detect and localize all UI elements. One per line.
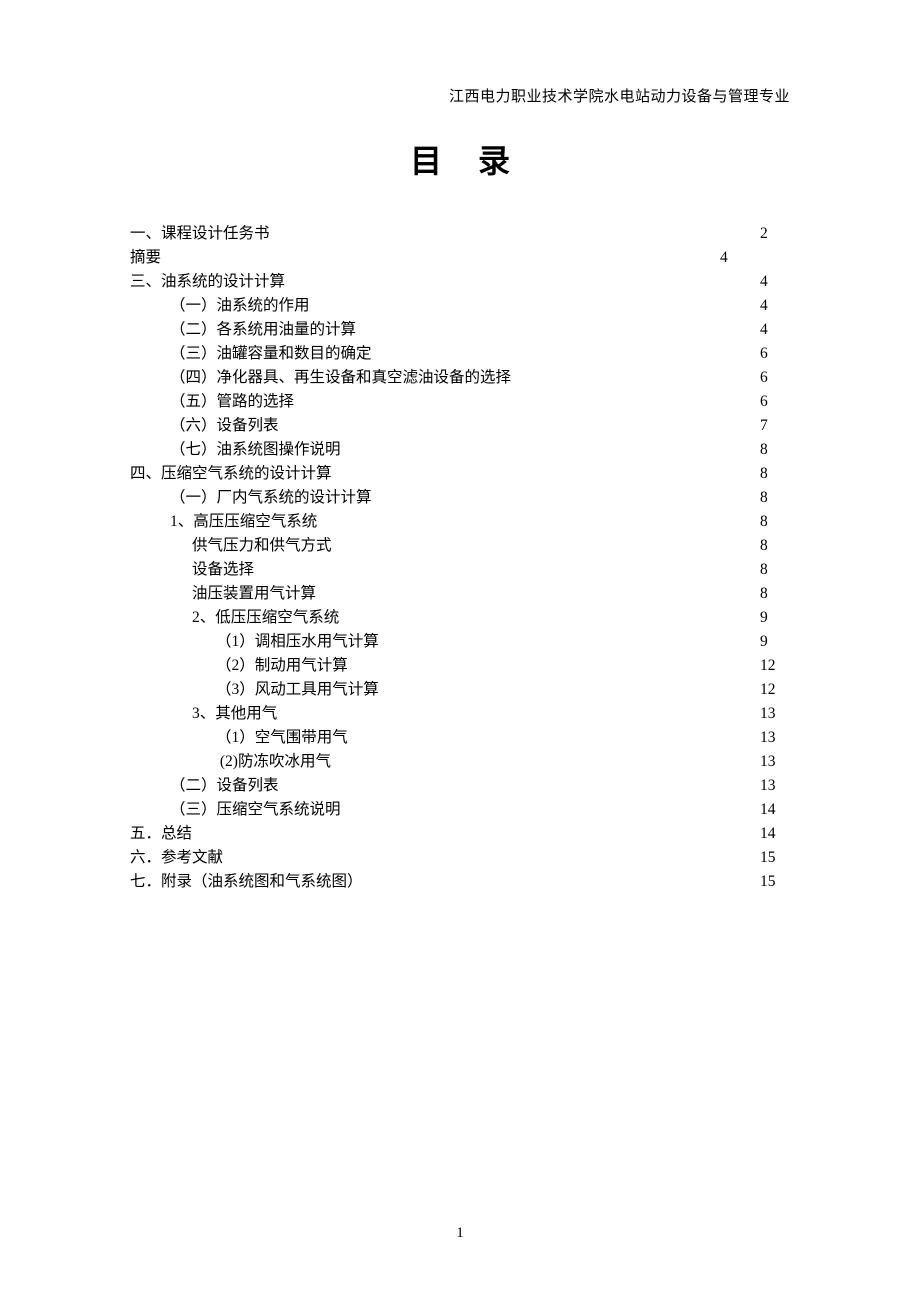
toc-entry: （3）风动工具用气计算 12	[130, 678, 790, 702]
table-of-contents: 一、课程设计任务书2摘要4三、油系统的设计计算4（一）油系统的作用4（二）各系统…	[130, 222, 790, 894]
toc-entry: （1）调相压水用气计算 9	[130, 630, 790, 654]
toc-entry-page: 8	[760, 558, 790, 582]
toc-entry-label: 2、低压压缩空气系统	[130, 606, 339, 630]
toc-entry-page: 12	[760, 654, 790, 678]
toc-entry-label: （三）压缩空气系统说明	[130, 798, 341, 822]
toc-entry-label: （七）油系统图操作说明	[130, 438, 341, 462]
toc-entry-page: 8	[760, 582, 790, 606]
toc-entry-label: 七．附录（油系统图和气系统图）	[130, 870, 363, 894]
toc-entry-label: （一）厂内气系统的设计计算	[130, 486, 372, 510]
toc-entry: 2、低压压缩空气系统 9	[130, 606, 790, 630]
toc-entry-page: 8	[760, 486, 790, 510]
toc-entry-page: 13	[760, 750, 790, 774]
toc-entry-label: （1）空气围带用气	[130, 726, 348, 750]
toc-entry: 三、油系统的设计计算 4	[130, 270, 790, 294]
toc-entry-label: 三、油系统的设计计算	[130, 270, 285, 294]
toc-entry: 四、压缩空气系统的设计计算 8	[130, 462, 790, 486]
toc-entry-label: 设备选择	[130, 558, 254, 582]
toc-entry: （一）油系统的作用 4	[130, 294, 790, 318]
toc-entry-page: 7	[760, 414, 790, 438]
toc-entry-label: （五）管路的选择	[130, 390, 294, 414]
toc-entry-page: 4	[760, 318, 790, 342]
toc-entry-label: （2）制动用气计算	[130, 654, 348, 678]
toc-entry: (2)防冻吹冰用气 13	[130, 750, 790, 774]
toc-entry-label: 3、其他用气	[130, 702, 277, 726]
toc-title: 目 录	[130, 136, 790, 182]
toc-entry-page: 8	[760, 510, 790, 534]
toc-entry-label: 五．总结	[130, 822, 192, 846]
toc-entry-page: 4	[760, 270, 790, 294]
toc-entry-page: 6	[760, 342, 790, 366]
page-number: 1	[0, 1225, 920, 1242]
toc-entry-page: 12	[760, 678, 790, 702]
toc-entry-label: 摘要	[130, 246, 161, 270]
toc-entry: （二）各系统用油量的计算 4	[130, 318, 790, 342]
toc-entry-page: 6	[760, 366, 790, 390]
toc-entry-page: 8	[760, 462, 790, 486]
toc-entry-page: 15	[760, 870, 790, 894]
toc-entry-page: 9	[760, 606, 790, 630]
toc-entry-page: 2	[760, 222, 790, 246]
toc-entry: 油压装置用气计算 8	[130, 582, 790, 606]
institution-header: 江西电力职业技术学院水电站动力设备与管理专业	[130, 85, 790, 106]
toc-entry-label: 四、压缩空气系统的设计计算	[130, 462, 332, 486]
toc-entry-page: 4	[720, 246, 750, 270]
toc-entry: （四）净化器具、再生设备和真空滤油设备的选择 6	[130, 366, 790, 390]
toc-entry-label: 供气压力和供气方式	[130, 534, 332, 558]
toc-entry-page: 13	[760, 702, 790, 726]
toc-entry: 3、其他用气 13	[130, 702, 790, 726]
toc-entry: 六．参考文献 15	[130, 846, 790, 870]
toc-entry-page: 6	[760, 390, 790, 414]
toc-entry: （2）制动用气计算 12	[130, 654, 790, 678]
toc-entry-page: 14	[760, 798, 790, 822]
toc-entry-page: 13	[760, 726, 790, 750]
toc-entry: 供气压力和供气方式 8	[130, 534, 790, 558]
toc-entry-label: 油压装置用气计算	[130, 582, 316, 606]
toc-entry-label: （二）设备列表	[130, 774, 279, 798]
toc-entry-label: （二）各系统用油量的计算	[130, 318, 356, 342]
toc-entry: 摘要 4	[130, 246, 790, 270]
toc-entry: （二）设备列表 13	[130, 774, 790, 798]
toc-entry: 七．附录（油系统图和气系统图） 15	[130, 870, 790, 894]
toc-entry-label: 1、高压压缩空气系统	[130, 510, 317, 534]
title-char: 目	[410, 136, 442, 182]
toc-entry: 设备选择 8	[130, 558, 790, 582]
toc-entry: 一、课程设计任务书 2	[130, 222, 790, 246]
toc-entry-label: 一、课程设计任务书	[130, 222, 270, 246]
toc-entry-label: （3）风动工具用气计算	[130, 678, 379, 702]
toc-entry-label: (2)防冻吹冰用气	[130, 750, 331, 774]
toc-entry-page: 9	[760, 630, 790, 654]
toc-entry: （五）管路的选择 6	[130, 390, 790, 414]
toc-entry: （一）厂内气系统的设计计算 8	[130, 486, 790, 510]
toc-entry-page: 4	[760, 294, 790, 318]
toc-entry: 五．总结 14	[130, 822, 790, 846]
toc-entry-page: 14	[760, 822, 790, 846]
toc-entry: （1）空气围带用气 13	[130, 726, 790, 750]
toc-entry-label: （六）设备列表	[130, 414, 279, 438]
toc-entry: （三）压缩空气系统说明 14	[130, 798, 790, 822]
toc-entry-label: 六．参考文献	[130, 846, 223, 870]
toc-entry-page: 13	[760, 774, 790, 798]
toc-entry: 1、高压压缩空气系统 8	[130, 510, 790, 534]
toc-entry-page: 8	[760, 534, 790, 558]
title-char: 录	[478, 136, 510, 182]
toc-entry-page: 15	[760, 846, 790, 870]
toc-entry-label: （三）油罐容量和数目的确定	[130, 342, 372, 366]
toc-entry: （七）油系统图操作说明 8	[130, 438, 790, 462]
toc-entry: （三）油罐容量和数目的确定 6	[130, 342, 790, 366]
toc-entry-label: （一）油系统的作用	[130, 294, 310, 318]
toc-entry: （六）设备列表 7	[130, 414, 790, 438]
toc-entry-label: （四）净化器具、再生设备和真空滤油设备的选择	[130, 366, 511, 390]
document-page: 江西电力职业技术学院水电站动力设备与管理专业 目 录 一、课程设计任务书 2 摘要 4…	[0, 0, 920, 894]
toc-entry-label: （1）调相压水用气计算	[130, 630, 379, 654]
toc-entry-page: 8	[760, 438, 790, 462]
